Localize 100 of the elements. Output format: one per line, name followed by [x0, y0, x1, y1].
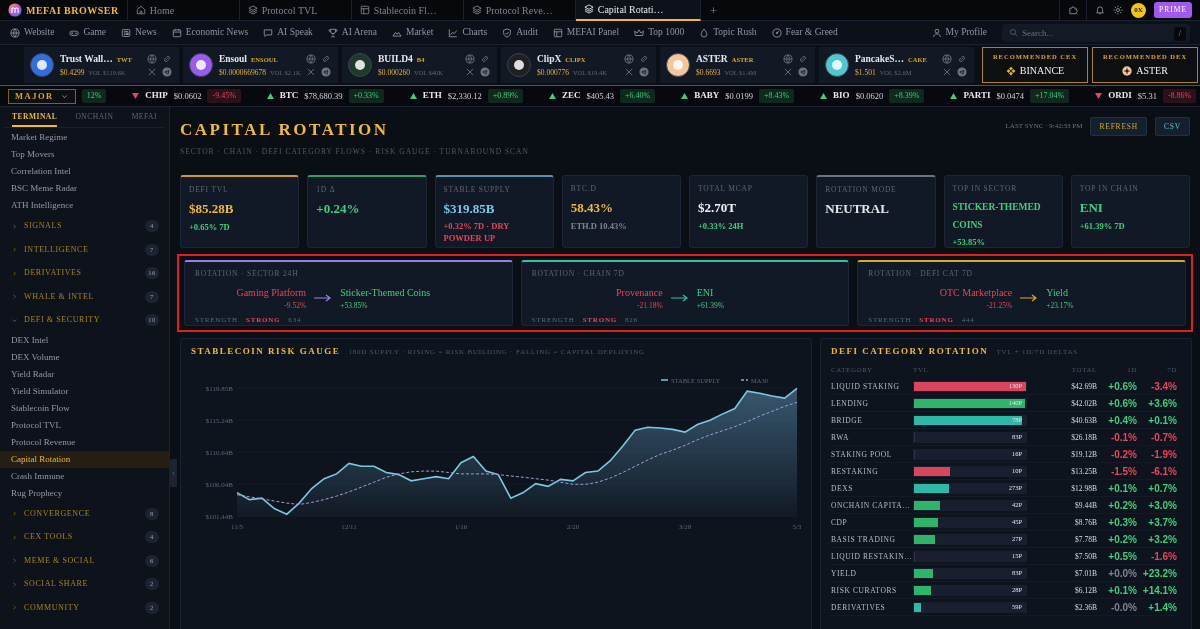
nav-link[interactable]: Charts: [448, 25, 488, 40]
sidebar-item[interactable]: DEX Intel: [0, 331, 169, 349]
market-filter[interactable]: MAJOR: [8, 88, 76, 104]
day-change: +0.2%: [1107, 498, 1137, 513]
ticker-symbol: BABY: [694, 89, 720, 103]
nav-link[interactable]: AI Arena: [327, 25, 377, 40]
day-change: +0.3%: [1107, 515, 1137, 530]
change-badge: +17.04%: [1030, 89, 1070, 103]
metric-value: STICKER-THEMED COINS: [952, 201, 1042, 233]
sidebar-item[interactable]: DEX Volume: [0, 348, 169, 366]
day-change: +0.5%: [1107, 549, 1137, 564]
page-title: CAPITAL ROTATION: [180, 119, 390, 141]
ticker-symbol: PARTI: [963, 89, 991, 103]
chat-icon: [263, 27, 274, 38]
profile-link[interactable]: My Profile: [931, 25, 987, 40]
week-change: +1.4%: [1147, 600, 1177, 615]
user-icon: [931, 27, 942, 38]
chevron-icon: [11, 604, 18, 611]
link-icon: [798, 53, 808, 64]
change-badge: +6.40%: [620, 89, 656, 103]
globe-icon: [306, 53, 316, 64]
sidebar-item[interactable]: Crash Immune: [0, 467, 169, 485]
sidebar-item[interactable]: BSC Meme Radar: [0, 180, 169, 198]
paper-plane-icon: [798, 66, 808, 77]
crown-icon: [634, 27, 645, 38]
metric-value: NEUTRAL: [825, 200, 890, 218]
week-change: -6.1%: [1149, 464, 1177, 479]
from-name: OTC Marketplace: [939, 286, 1013, 300]
browser-tab[interactable]: Protocol TVL: [239, 0, 352, 21]
day-change: -1.5%: [1109, 464, 1137, 479]
star-icon: [1122, 65, 1133, 76]
ticker-symbol: ZEC: [561, 89, 581, 103]
nav-link[interactable]: Fear & Greed: [771, 25, 838, 40]
week-change: +3.2%: [1147, 532, 1177, 547]
nav-link[interactable]: Market: [391, 25, 434, 40]
arrow-icon: [670, 294, 689, 303]
metric-value: $2.70T: [698, 199, 737, 217]
token-name: ClipX: [537, 52, 562, 66]
sidebar-item[interactable]: Market Regime: [0, 129, 169, 147]
day-change: +0.2%: [1107, 532, 1137, 547]
token-name: ASTER: [696, 52, 728, 66]
paper-plane-icon: [162, 66, 172, 77]
nav-link[interactable]: Audit: [502, 25, 538, 40]
browser-tab[interactable]: Protocol Reve…: [463, 0, 576, 21]
nav-link[interactable]: AI Speak: [263, 25, 313, 40]
sidebar-item[interactable]: Stablecoin Flow: [0, 399, 169, 417]
ticker-symbol: BTC: [279, 89, 299, 103]
nav-link[interactable]: Topic Rush: [699, 25, 757, 40]
sidebar-item[interactable]: Yield Simulator: [0, 382, 169, 400]
nav-link[interactable]: Top 1000: [634, 25, 685, 40]
nav-link[interactable]: MEFAI Panel: [552, 25, 620, 40]
browser-tab[interactable]: Capital Rotati…: [575, 0, 701, 21]
nav-link[interactable]: Game: [69, 25, 107, 40]
nav-link[interactable]: Website: [10, 25, 55, 40]
sidebar-item[interactable]: ATH Intelligence: [0, 197, 169, 215]
sidebar-item[interactable]: Correlation Intel: [0, 163, 169, 181]
sidebar-item[interactable]: Yield Radar: [0, 365, 169, 383]
week-change: -0.7%: [1149, 430, 1177, 445]
globe-icon: [624, 53, 634, 64]
exchange-name: ASTER: [1136, 64, 1168, 79]
metric-value: 58.43%: [570, 199, 614, 217]
nav-link[interactable]: News: [121, 25, 157, 40]
day-change: +0.6%: [1107, 379, 1137, 394]
token-name: Trust Wall…: [60, 52, 113, 66]
sidebar-item[interactable]: Capital Rotation: [0, 450, 169, 468]
ticker-price: $2,330.12: [447, 89, 482, 103]
group-label: DEFI & SECURITY: [24, 314, 101, 326]
sidebar-item[interactable]: Protocol Revenue: [0, 433, 169, 451]
to-name: ENI: [696, 286, 715, 300]
ticker-price: $5.31: [1137, 89, 1157, 103]
sidebar-item[interactable]: Protocol TVL: [0, 416, 169, 434]
week-change: +3.7%: [1147, 515, 1177, 530]
new-tab-button[interactable]: +: [700, 2, 727, 18]
metric-value: $319.85B: [443, 200, 496, 218]
week-change: +3.0%: [1147, 498, 1177, 513]
token-name: BUILD4: [378, 52, 413, 66]
sidebar-item[interactable]: Top Movers: [0, 146, 169, 164]
metric-change: +0.65% 7D: [189, 220, 230, 234]
settings-icon: [1113, 5, 1124, 15]
browser-tab[interactable]: Stablecoin Fl…: [351, 0, 464, 21]
week-change: -3.4%: [1149, 379, 1177, 394]
change-badge: +8.39%: [889, 89, 925, 103]
globe-icon: [10, 27, 20, 38]
metric-change: ETH.D 10.43%: [570, 219, 627, 233]
bell-icon: [1095, 5, 1106, 15]
x-icon: [147, 66, 157, 77]
sidebar-item[interactable]: Rug Prophecy: [0, 484, 169, 502]
day-change: -0.0%: [1109, 600, 1137, 615]
chevron-icon: [11, 510, 18, 517]
paper-plane-icon: [639, 66, 649, 77]
token-name: Ensoul: [219, 52, 247, 66]
browser-tab[interactable]: Home: [127, 0, 240, 21]
metric-change: +0.33% 24H: [698, 219, 744, 233]
brand-name: MEFAI BROWSER: [26, 3, 119, 18]
change-badge: +0.33%: [348, 89, 384, 103]
link-icon: [957, 53, 967, 64]
nav-link[interactable]: Economic News: [171, 25, 249, 40]
exchange-name: BINANCE: [1019, 64, 1065, 79]
collapse-handle[interactable]: [170, 459, 177, 487]
group-label: DERIVATIVES: [24, 267, 82, 279]
